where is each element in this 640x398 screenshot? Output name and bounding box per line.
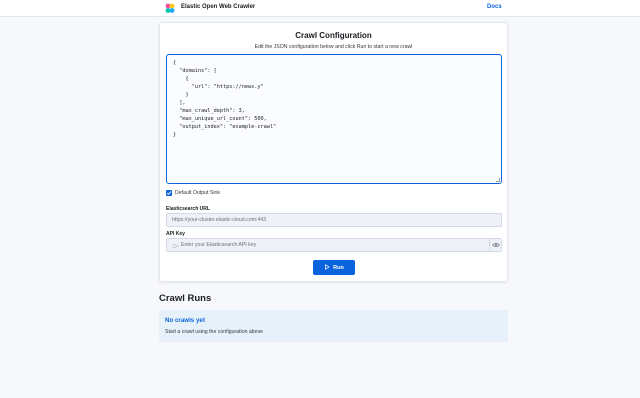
docs-link[interactable]: Docs (487, 4, 502, 10)
elasticsearch-url-input[interactable] (167, 214, 501, 226)
api-key-field[interactable] (166, 238, 502, 252)
json-config-editor[interactable]: { "domains": [ { "url": "https://news.y"… (166, 54, 502, 184)
check-icon (166, 191, 172, 195)
eye-icon (492, 242, 500, 248)
default-output-sink-checkbox[interactable] (166, 190, 172, 196)
config-subtitle: Edit the JSON configuration below and cl… (254, 44, 413, 50)
elasticsearch-url-field[interactable] (166, 213, 502, 227)
default-output-sink-label: Default Output Sink (175, 190, 220, 196)
code-line: } (173, 132, 177, 138)
crawl-runs-empty-state: No crawls yet Start a crawl using the co… (159, 310, 508, 342)
code-line: ], (173, 100, 186, 106)
code-line: "domains": [ (173, 68, 217, 74)
crawl-configuration-card: Crawl Configuration Edit the JSON config… (159, 22, 508, 282)
run-button[interactable]: Run (313, 260, 355, 275)
empty-state-title: No crawls yet (165, 317, 205, 324)
empty-state-text: Start a crawl using the configuration ab… (165, 329, 264, 335)
code-line: } (173, 92, 189, 98)
code-line: "output_index": "example-crawl" (173, 124, 277, 130)
api-key-label: API Key (166, 231, 185, 237)
run-button-label: Run (333, 265, 344, 271)
code-line: "max_crawl_depth": 3, (173, 108, 245, 114)
code-line: { (173, 76, 189, 82)
elasticsearch-url-label: Elasticsearch URL (166, 206, 210, 212)
top-bar: Elastic Open Web Crawler Docs (0, 0, 640, 17)
api-key-input[interactable] (167, 239, 487, 251)
code-line: "max_unique_url_count": 500, (173, 116, 267, 122)
app-title: Elastic Open Web Crawler (181, 4, 256, 10)
code-line: { (173, 60, 177, 66)
json-code: { "domains": [ { "url": "https://news.y"… (173, 59, 495, 139)
resize-handle[interactable] (496, 178, 500, 182)
elastic-logo-icon (165, 3, 175, 13)
crawl-runs-title: Crawl Runs (159, 293, 212, 304)
config-title: Crawl Configuration (295, 31, 372, 40)
toggle-visibility-button[interactable] (489, 239, 501, 251)
play-icon (325, 264, 330, 270)
code-line: "url": "https://news.y" (173, 84, 264, 90)
